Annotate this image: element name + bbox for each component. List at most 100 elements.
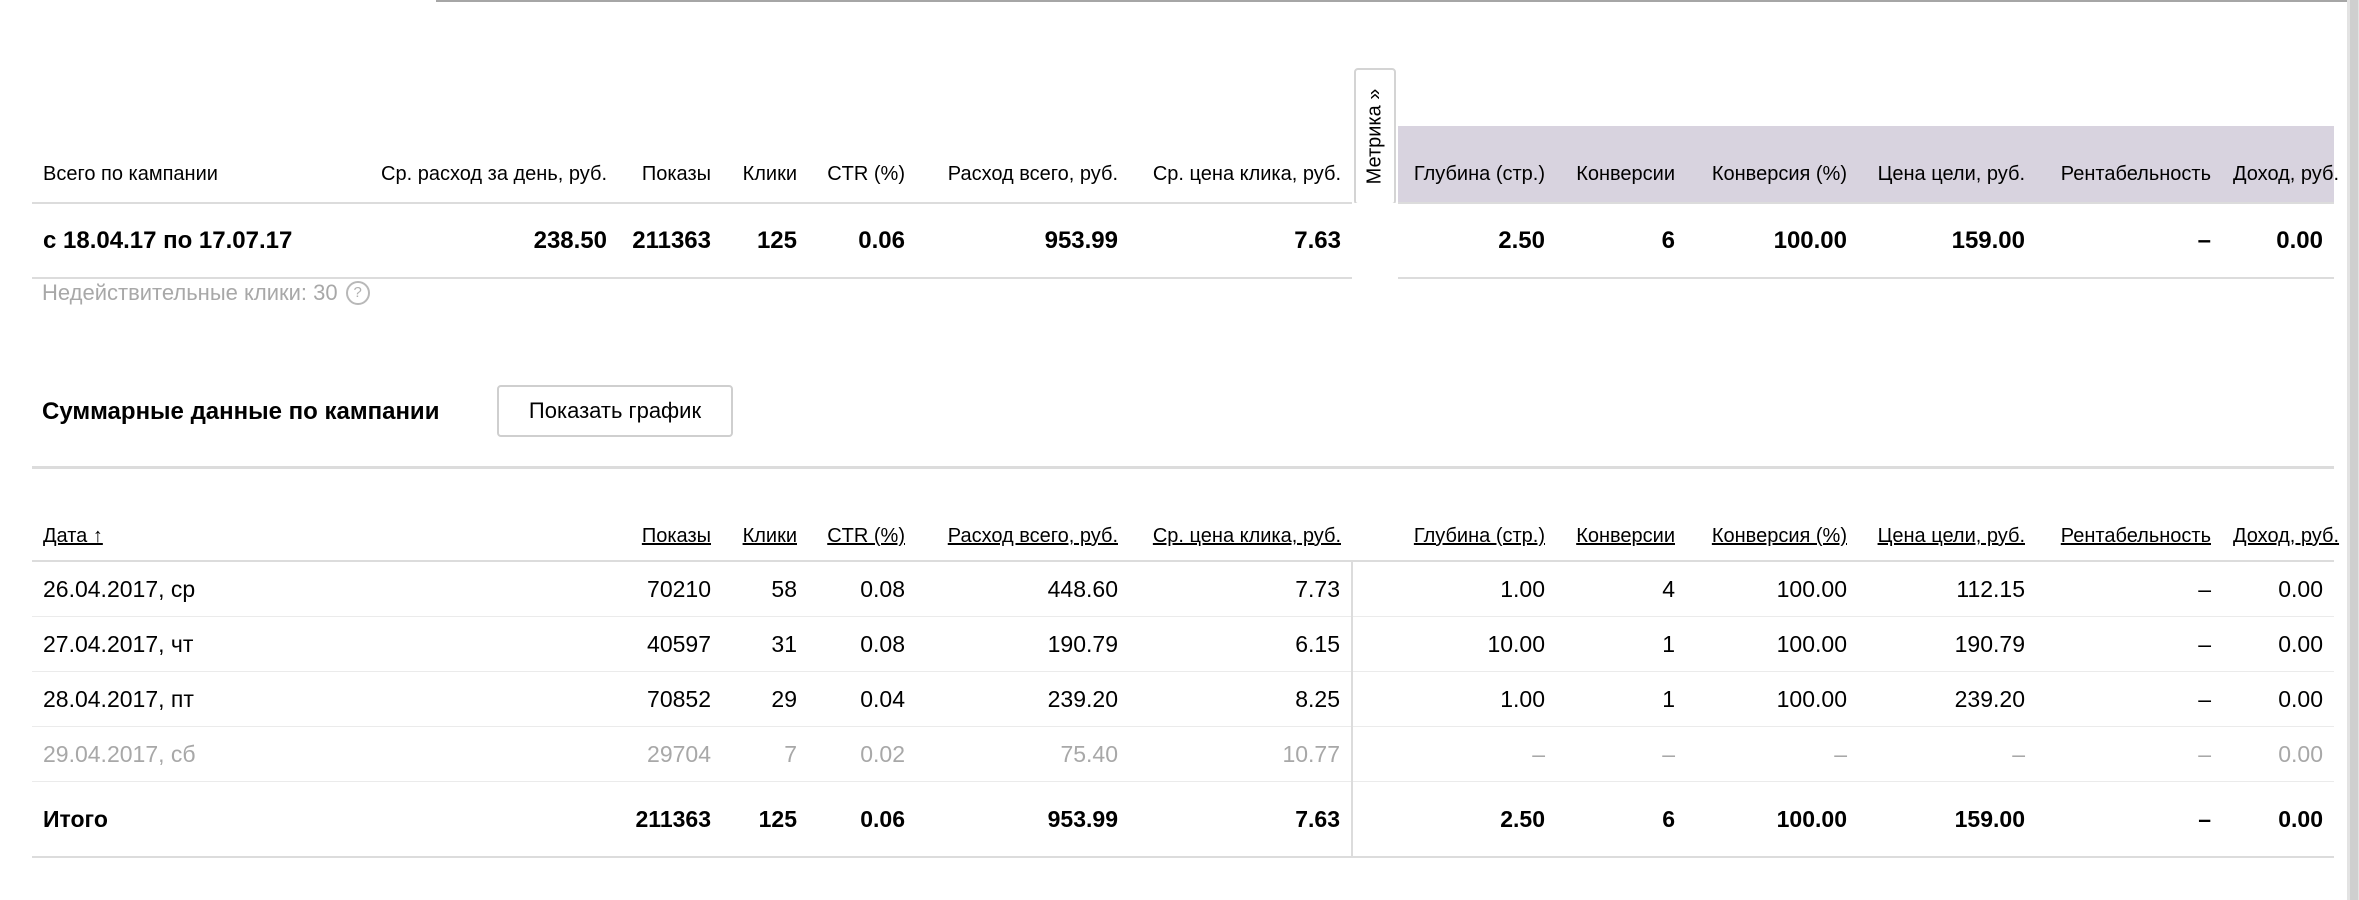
invalid-clicks-text: Недействительные клики: 30 bbox=[42, 280, 338, 305]
cell-spend: 239.20 bbox=[916, 671, 1129, 727]
col-header-cpc[interactable]: Ср. цена клика, руб. bbox=[1129, 468, 1352, 562]
col-header-date-label[interactable]: Дата ↑ bbox=[43, 525, 103, 547]
col-header-date[interactable]: Дата ↑ bbox=[32, 468, 618, 562]
cell-goal-cost: 112.15 bbox=[1858, 561, 2036, 617]
metrika-cell: Метрика » bbox=[1352, 68, 1398, 205]
cell-cpc: 7.73 bbox=[1129, 561, 1353, 617]
scrollbar[interactable] bbox=[2347, 0, 2359, 900]
summary-conv-rate: 100.00 bbox=[1686, 202, 1858, 279]
col-header-spend[interactable]: Расход всего, руб. bbox=[916, 468, 1129, 562]
col-header-conv-rate-label[interactable]: Конверсия (%) bbox=[1712, 525, 1847, 547]
top-divider bbox=[436, 0, 2359, 2]
col-header-conversions-label[interactable]: Конверсии bbox=[1576, 525, 1675, 547]
col-header-spend-label[interactable]: Расход всего, руб. bbox=[948, 525, 1118, 547]
campaign-summary-table: Всего по кампании Ср. расход за день, ру… bbox=[32, 68, 2339, 279]
show-chart-button[interactable]: Показать график bbox=[497, 385, 733, 437]
cell-cpc: 7.63 bbox=[1129, 781, 1353, 858]
summary-header-profitability: Рентабельность bbox=[2036, 126, 2222, 203]
cell-conv-rate: 100.00 bbox=[1686, 561, 1858, 617]
summary-header-revenue: Доход, руб. bbox=[2222, 126, 2339, 203]
summary-header-impressions: Показы bbox=[641, 163, 711, 185]
cell-impressions: 40597 bbox=[618, 616, 722, 672]
summary-depth: 2.50 bbox=[1398, 202, 1556, 279]
col-header-depth[interactable]: Глубина (стр.) bbox=[1398, 468, 1556, 562]
summary-conversions: 6 bbox=[1556, 202, 1686, 279]
cell-date: 26.04.2017, ср bbox=[32, 561, 618, 617]
cell-impressions: 70210 bbox=[618, 561, 722, 617]
col-header-conv-rate[interactable]: Конверсия (%) bbox=[1686, 468, 1858, 562]
col-header-impressions-label[interactable]: Показы bbox=[642, 525, 711, 547]
col-header-profitability[interactable]: Рентабельность bbox=[2036, 468, 2222, 562]
cell-spend: 75.40 bbox=[916, 726, 1129, 782]
summary-clicks: 125 bbox=[722, 202, 808, 279]
cell-impressions: 211363 bbox=[618, 781, 722, 858]
col-header-ctr[interactable]: CTR (%) bbox=[808, 468, 916, 562]
cell-revenue: 0.00 bbox=[2222, 561, 2334, 617]
col-gap-cell bbox=[1352, 726, 1398, 782]
cell-ctr: 0.04 bbox=[808, 671, 916, 727]
summary-header-ctr: CTR (%) bbox=[827, 163, 905, 185]
help-icon[interactable]: ? bbox=[345, 281, 370, 305]
cell-goal-cost: 239.20 bbox=[1858, 671, 2036, 727]
cell-depth: – bbox=[1398, 726, 1556, 782]
summary-header-clicks: Клики bbox=[742, 163, 797, 185]
cell-profitability: – bbox=[2036, 781, 2222, 858]
summary-period: с 18.04.17 по 17.07.17 bbox=[32, 202, 330, 279]
cell-date: 28.04.2017, пт bbox=[32, 671, 618, 727]
table-row: 27.04.2017, чт 40597 31 0.08 190.79 6.15 10.00… bbox=[32, 616, 2334, 672]
cell-revenue: 0.00 bbox=[2222, 726, 2334, 782]
cell-revenue: 0.00 bbox=[2222, 616, 2334, 672]
col-gap-cell bbox=[1352, 616, 1398, 672]
cell-depth: 1.00 bbox=[1398, 671, 1556, 727]
cell-date: 27.04.2017, чт bbox=[32, 616, 618, 672]
col-gap-cell bbox=[1352, 781, 1398, 858]
cell-date: 29.04.2017, сб bbox=[32, 726, 618, 782]
cell-profitability: – bbox=[2036, 726, 2222, 782]
cell-conv-rate: 100.00 bbox=[1686, 781, 1858, 858]
cell-depth: 1.00 bbox=[1398, 561, 1556, 617]
cell-conv-rate: – bbox=[1686, 726, 1858, 782]
invalid-clicks: Недействительные клики: 30 ? bbox=[42, 280, 370, 306]
summary-header-goal-cost: Цена цели, руб. bbox=[1858, 126, 2036, 203]
metrika-tab[interactable]: Метрика » bbox=[1354, 68, 1396, 205]
cell-spend: 448.60 bbox=[916, 561, 1129, 617]
col-header-revenue-label[interactable]: Доход, руб. bbox=[2233, 525, 2339, 547]
col-header-clicks[interactable]: Клики bbox=[722, 468, 808, 562]
cell-goal-cost: 159.00 bbox=[1858, 781, 2036, 858]
cell-ctr: 0.06 bbox=[808, 781, 916, 858]
cell-conversions: 1 bbox=[1556, 671, 1686, 727]
col-header-goal-cost-label[interactable]: Цена цели, руб. bbox=[1878, 525, 2025, 547]
cell-conv-rate: 100.00 bbox=[1686, 616, 1858, 672]
cell-depth: 10.00 bbox=[1398, 616, 1556, 672]
cell-cpc: 8.25 bbox=[1129, 671, 1353, 727]
col-header-ctr-label[interactable]: CTR (%) bbox=[827, 525, 905, 547]
col-gap-cell bbox=[1352, 671, 1398, 727]
col-header-conversions[interactable]: Конверсии bbox=[1556, 468, 1686, 562]
cell-ctr: 0.08 bbox=[808, 616, 916, 672]
cell-clicks: 125 bbox=[722, 781, 808, 858]
summary-revenue: 0.00 bbox=[2222, 202, 2334, 279]
cell-clicks: 29 bbox=[722, 671, 808, 727]
cell-revenue: 0.00 bbox=[2222, 671, 2334, 727]
col-gap-cell bbox=[1352, 561, 1398, 617]
cell-clicks: 58 bbox=[722, 561, 808, 617]
metrika-tab-label: Метрика » bbox=[1363, 88, 1386, 185]
col-header-profitability-label[interactable]: Рентабельность bbox=[2061, 525, 2211, 547]
col-header-impressions[interactable]: Показы bbox=[618, 468, 722, 562]
col-gap bbox=[1352, 468, 1398, 562]
scrollbar-thumb[interactable] bbox=[2350, 0, 2358, 900]
cell-cpc: 10.77 bbox=[1129, 726, 1353, 782]
col-header-depth-label[interactable]: Глубина (стр.) bbox=[1414, 525, 1545, 547]
col-header-goal-cost[interactable]: Цена цели, руб. bbox=[1858, 468, 2036, 562]
cell-cpc: 6.15 bbox=[1129, 616, 1353, 672]
cell-conv-rate: 100.00 bbox=[1686, 671, 1858, 727]
metrika-spacer bbox=[1352, 203, 1398, 278]
table-row: 28.04.2017, пт 70852 29 0.04 239.20 8.25 1.00 1… bbox=[32, 671, 2334, 727]
cell-impressions: 70852 bbox=[618, 671, 722, 727]
col-header-revenue[interactable]: Доход, руб. bbox=[2222, 468, 2339, 562]
col-header-cpc-label[interactable]: Ср. цена клика, руб. bbox=[1153, 525, 1341, 547]
summary-spend: 953.99 bbox=[916, 202, 1129, 279]
summary-header-avg-daily: Ср. расход за день, руб. bbox=[381, 163, 607, 185]
col-header-clicks-label[interactable]: Клики bbox=[743, 525, 797, 547]
cell-revenue: 0.00 bbox=[2222, 781, 2334, 858]
